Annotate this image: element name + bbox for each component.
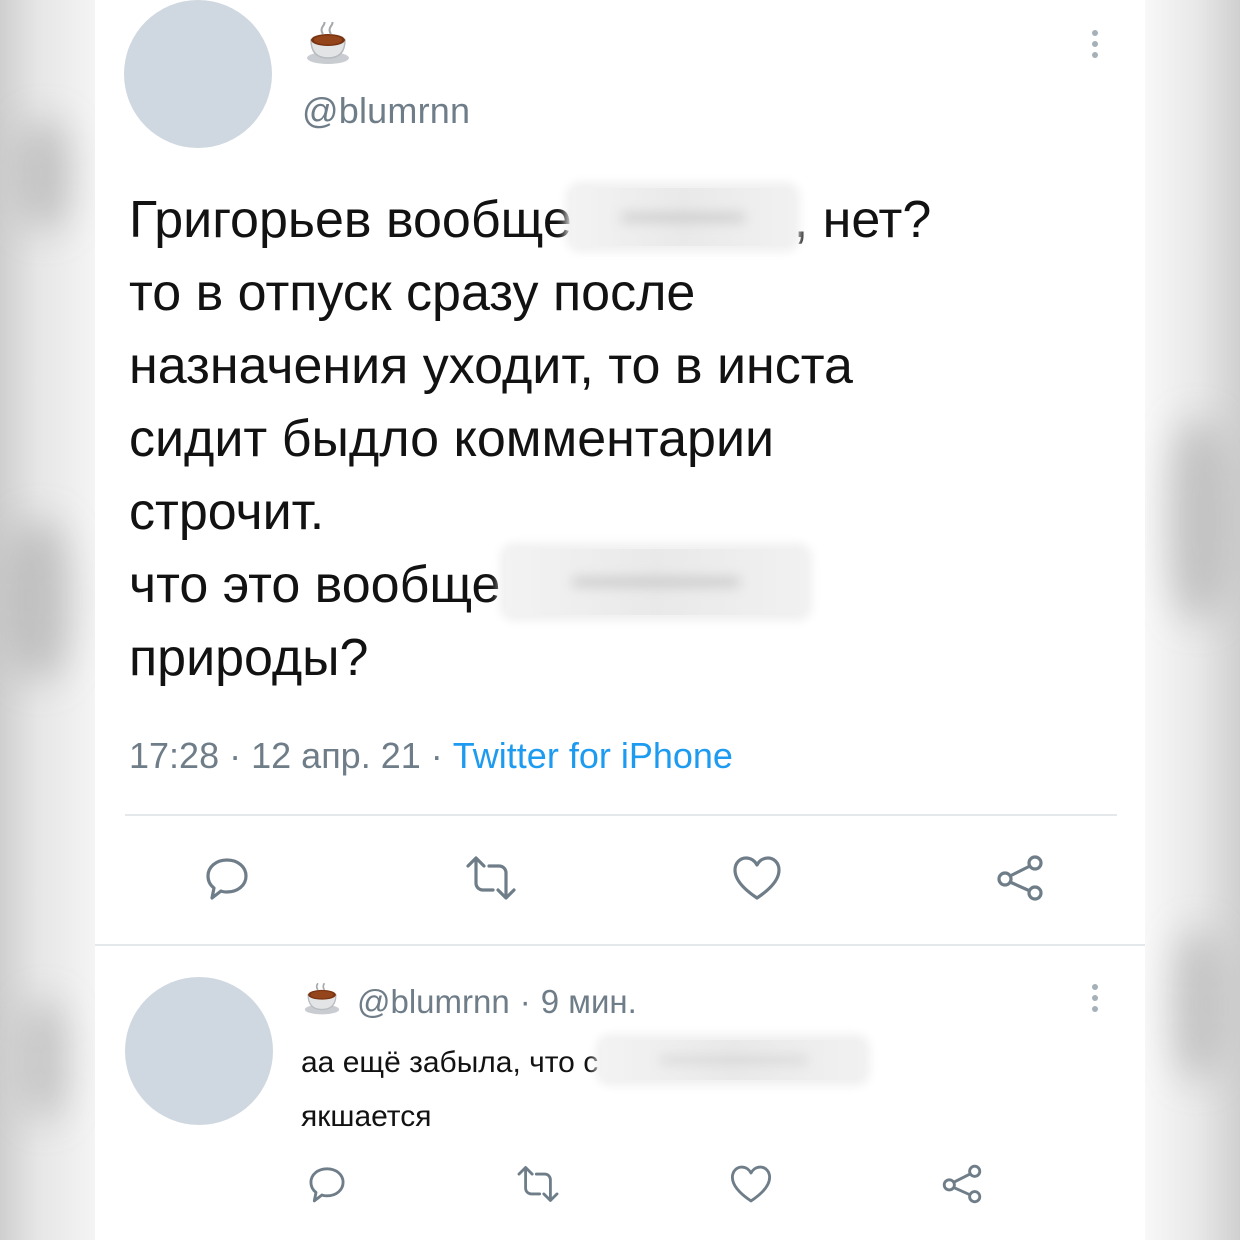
redacted-blur [571,188,794,247]
tweet-actions [201,852,1047,909]
more-options-icon[interactable] [1090,984,1100,1017]
tweet-source-link[interactable]: Twitter for iPhone [453,735,733,776]
tweet-time: 17:28 [129,735,220,776]
tweet-meta: 17:28 · 12 апр. 21 · Twitter for iPhone [129,735,733,777]
reply-handle[interactable]: @blumrnn [357,983,510,1021]
text-line: Григорьев вообще , нет? [129,184,1129,257]
like-icon[interactable] [730,852,784,909]
text-line: аа ещё забыла, что с [301,1036,1021,1090]
meta-separator: · [430,735,443,776]
text-line: сидит быдло комментарии [129,410,775,468]
reply-actions [305,1162,985,1211]
main-handle[interactable]: @blumrnn [302,90,470,132]
avatar[interactable] [124,0,272,148]
text-line: природы? [129,629,369,687]
more-options-icon[interactable] [1090,30,1100,63]
text-segment: что это вообще [129,556,501,614]
tweet-text: Григорьев вообще , нет? то в отпуск сразу… [129,184,1129,695]
reply-age: 9 мин. [540,983,637,1020]
meta-separator: · [519,983,531,1020]
redacted-blur [506,549,807,616]
share-icon[interactable] [939,1162,985,1211]
text-line: что это вообще [129,549,1129,622]
text-line: назначения уходит, то в инста [129,337,853,395]
reply-header: @blumrnn · 9 мин. [301,980,637,1024]
text-line: строчит. [129,483,325,541]
divider [125,814,1117,816]
like-icon[interactable] [728,1162,774,1211]
retweet-icon[interactable] [514,1162,562,1211]
text-segment: , нет? [793,191,932,249]
hot-beverage-icon [303,19,353,71]
share-icon[interactable] [993,852,1047,909]
tweet-date: 12 апр. 21 [251,735,421,776]
reply-icon[interactable] [305,1162,349,1211]
meta-separator: · [229,735,242,776]
text-line: то в отпуск сразу после [129,264,696,322]
reply-text: аа ещё забыла, что с якшается [301,1036,1021,1144]
divider [95,944,1145,946]
reply-avatar[interactable] [125,977,273,1125]
right-backdrop [1145,0,1240,1240]
redacted-blur [602,1040,865,1081]
text-segment: аа ещё забыла, что с [301,1046,599,1079]
text-segment: Григорьев вообще [129,191,572,249]
hot-beverage-icon [301,980,343,1024]
retweet-icon[interactable] [462,852,520,909]
tweet-card: @blumrnn Григорьев вообще , нет? то в отп… [95,0,1145,1240]
left-backdrop [0,0,95,1240]
text-line: якшается [301,1100,432,1133]
reply-icon[interactable] [201,852,253,909]
